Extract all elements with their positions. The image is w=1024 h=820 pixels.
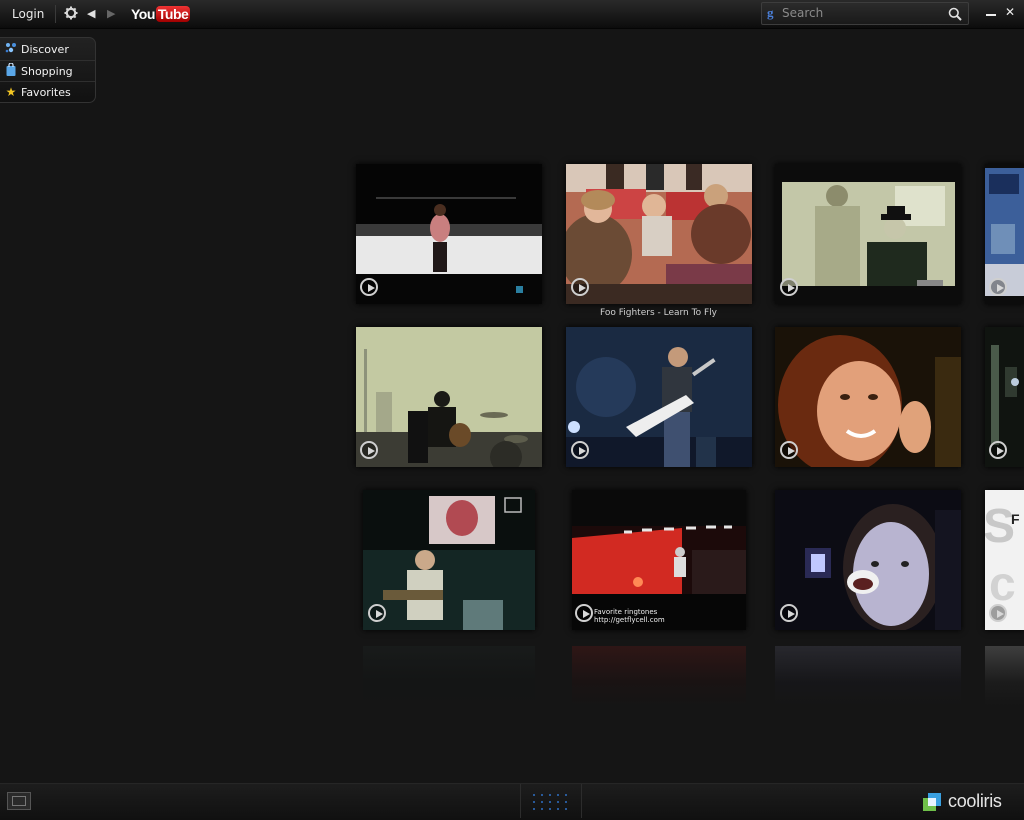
svg-text:c: c — [989, 558, 1016, 611]
fullscreen-icon[interactable] — [7, 792, 31, 810]
video-thumbnail[interactable] — [775, 490, 961, 630]
ad-text-line: Favorite ringtones — [594, 608, 658, 616]
thumbnail-image — [566, 327, 752, 467]
play-icon[interactable] — [780, 604, 798, 622]
video-thumbnail[interactable] — [356, 327, 542, 467]
ad-overlay-text: Favorite ringtones http://getflycell.com — [594, 608, 665, 624]
youtube-logo-tube: Tube — [155, 6, 191, 22]
youtube-logo-you: You — [131, 6, 155, 22]
search-input[interactable] — [782, 4, 942, 22]
thumbnail-image — [775, 490, 961, 630]
close-icon[interactable]: ✕ — [1005, 6, 1015, 18]
tile-reflection — [985, 646, 1024, 706]
play-icon[interactable] — [989, 441, 1007, 459]
video-thumbnail[interactable] — [566, 327, 752, 467]
tile-reflection — [775, 646, 961, 706]
side-menu: Discover Shopping ★ Favorites — [0, 37, 96, 103]
sidebar-item-shopping[interactable]: Shopping — [4, 61, 92, 81]
svg-text:F: F — [1011, 511, 1020, 527]
video-thumbnail[interactable] — [985, 164, 1024, 304]
login-link[interactable]: Login — [12, 7, 44, 21]
arrow-left-icon[interactable]: ◀ — [87, 7, 95, 20]
play-icon[interactable] — [780, 278, 798, 296]
tile-reflection — [363, 646, 535, 706]
youtube-logo[interactable]: You Tube — [131, 5, 191, 23]
cooliris-logo[interactable]: cooliris — [922, 791, 1002, 812]
video-thumbnail[interactable] — [775, 327, 961, 467]
toolbar-divider — [55, 5, 56, 23]
video-thumbnail[interactable]: Favorite ringtones http://getflycell.com — [572, 490, 746, 630]
play-icon[interactable] — [368, 604, 386, 622]
video-thumbnail[interactable]: S F c — [985, 490, 1024, 630]
search-provider-icon: g — [767, 5, 774, 20]
sidebar-item-label: Discover — [21, 42, 69, 56]
play-icon[interactable] — [989, 604, 1007, 622]
star-icon: ★ — [5, 85, 17, 99]
video-title-caption: Foo Fighters - Learn To Fly — [600, 308, 717, 318]
cooliris-brand-text: cooliris — [948, 791, 1002, 811]
thumbnail-image — [363, 490, 535, 630]
shopping-bag-icon — [4, 61, 18, 80]
video-thumbnail[interactable] — [566, 164, 752, 304]
tile-reflection — [572, 646, 746, 706]
play-icon[interactable] — [360, 441, 378, 459]
top-toolbar: Login ◀ ▶ You Tube g ✕ — [0, 0, 1024, 29]
video-thumbnail[interactable] — [356, 164, 542, 304]
grid-view-icon[interactable] — [520, 784, 582, 818]
minimize-icon[interactable] — [985, 5, 997, 19]
sidebar-item-favorites[interactable]: ★ Favorites — [4, 82, 92, 102]
thumbnail-image — [566, 164, 752, 304]
gear-icon[interactable] — [64, 6, 78, 20]
search-box[interactable]: g — [761, 2, 969, 25]
play-icon[interactable] — [360, 278, 378, 296]
sidebar-item-discover[interactable]: Discover — [4, 39, 92, 59]
play-icon[interactable] — [989, 278, 1007, 296]
cooliris-logo-icon — [923, 792, 941, 811]
magnifier-icon[interactable] — [948, 6, 962, 21]
video-thumbnail[interactable] — [363, 490, 535, 630]
thumbnail-image — [356, 327, 542, 467]
sidebar-item-label: Favorites — [21, 85, 71, 99]
play-icon[interactable] — [575, 604, 593, 622]
sidebar-item-label: Shopping — [21, 64, 73, 78]
bottom-toolbar: cooliris — [0, 783, 1024, 820]
thumbnail-image — [356, 164, 542, 304]
video-thumbnail[interactable] — [775, 164, 961, 304]
thumbnail-image — [775, 164, 961, 304]
arrow-right-icon[interactable]: ▶ — [107, 7, 115, 20]
play-icon[interactable] — [571, 278, 589, 296]
ad-text-line: http://getflycell.com — [594, 616, 665, 624]
play-icon[interactable] — [780, 441, 798, 459]
thumbnail-image — [775, 327, 961, 467]
video-thumbnail[interactable] — [985, 327, 1024, 467]
play-icon[interactable] — [571, 441, 589, 459]
discover-icon — [4, 42, 18, 57]
